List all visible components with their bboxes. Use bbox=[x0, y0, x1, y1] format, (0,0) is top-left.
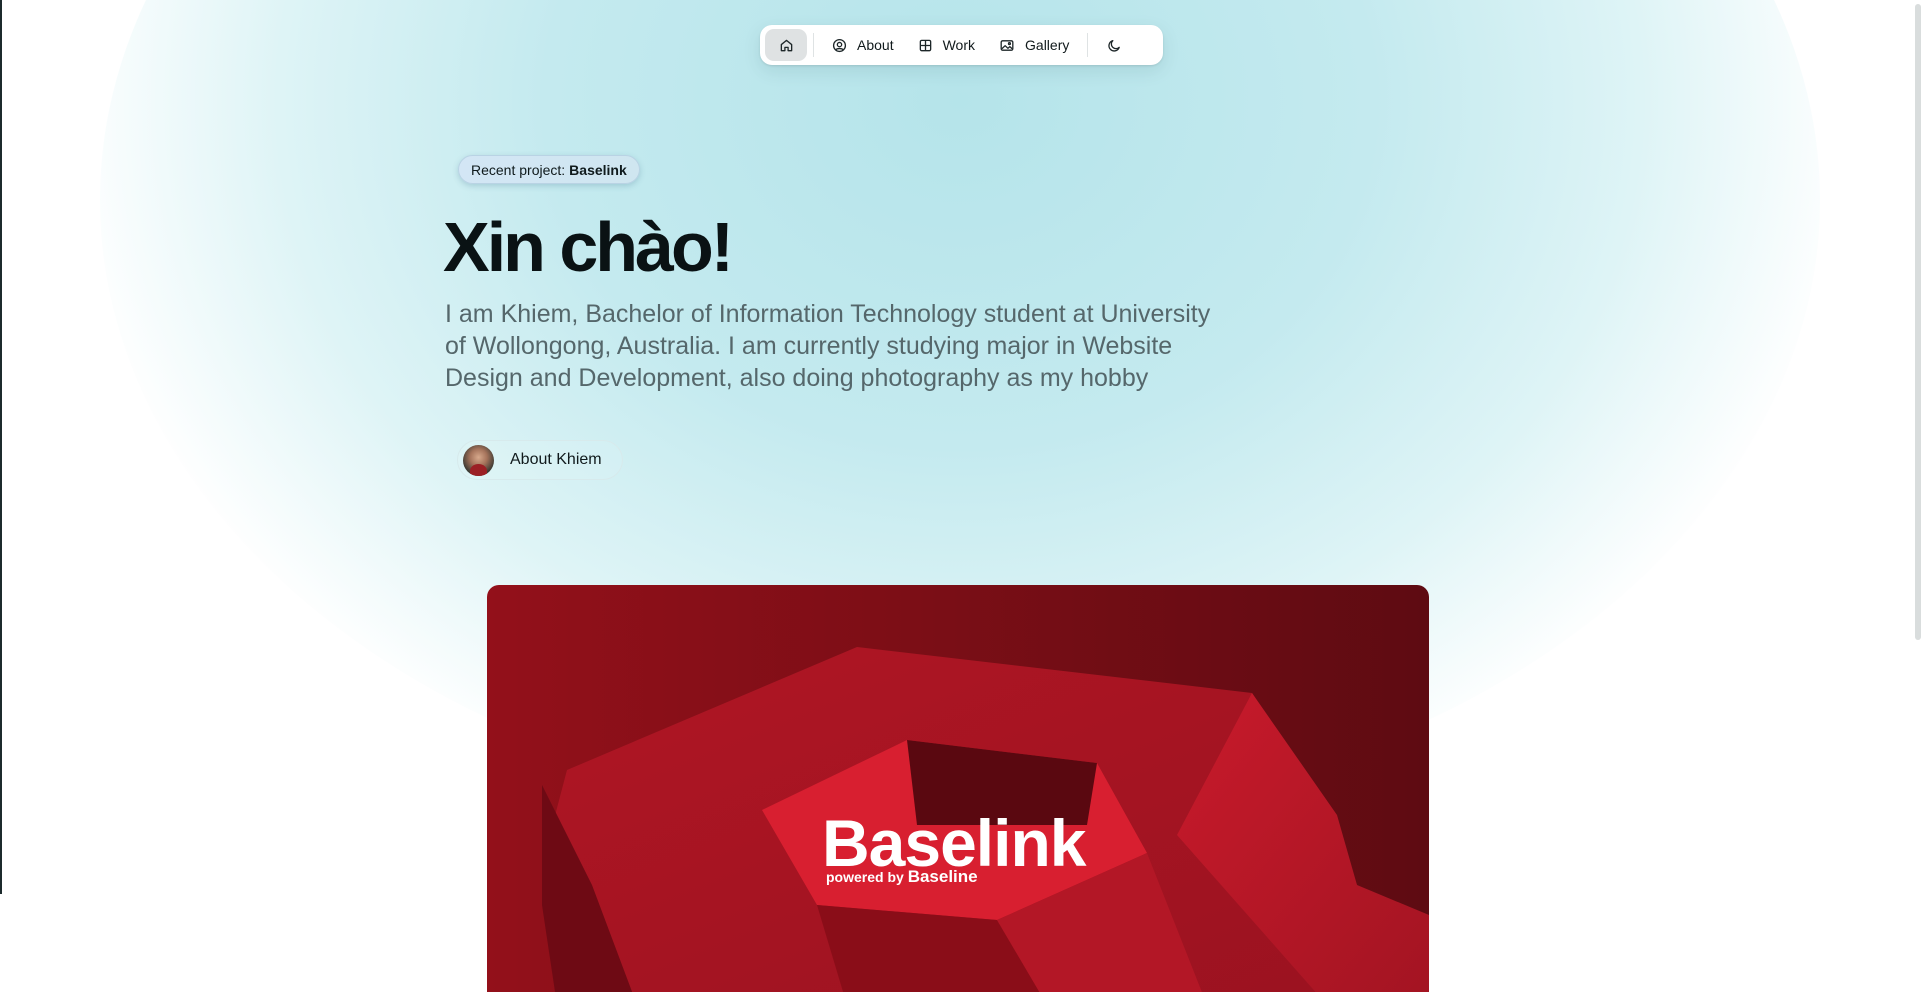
badge-prefix: Recent project: bbox=[471, 161, 566, 178]
nav-item-label: About bbox=[857, 37, 894, 53]
hero-title: Xin chào! bbox=[443, 208, 734, 286]
grid-icon bbox=[919, 39, 931, 51]
about-button-label: About Khiem bbox=[510, 451, 602, 468]
about-khiem-button[interactable]: About Khiem bbox=[457, 440, 623, 480]
moon-icon bbox=[1108, 39, 1120, 52]
project-card[interactable]: Baselink powered by Baseline bbox=[487, 585, 1429, 992]
recent-project-badge[interactable]: Recent project: Baselink bbox=[458, 155, 640, 184]
scrollbar[interactable] bbox=[1913, 0, 1922, 992]
nav-divider bbox=[813, 33, 814, 57]
nav-item-label: Work bbox=[942, 37, 976, 53]
user-circle-icon bbox=[832, 38, 847, 52]
project-card-subtitle: powered by Baseline bbox=[826, 867, 978, 887]
project-card-artwork bbox=[542, 647, 1429, 992]
window-edge bbox=[0, 0, 2, 894]
badge-project-name: Baselink bbox=[569, 161, 627, 178]
image-icon bbox=[1000, 39, 1014, 51]
home-icon bbox=[780, 39, 792, 51]
nav-item-work[interactable]: Work bbox=[906, 29, 987, 61]
avatar bbox=[463, 444, 494, 476]
theme-toggle-button[interactable] bbox=[1094, 29, 1134, 61]
nav-divider bbox=[1087, 33, 1089, 57]
nav-item-gallery[interactable]: Gallery bbox=[987, 29, 1081, 61]
nav-item-about[interactable]: About bbox=[820, 29, 906, 61]
hero-description: I am Khiem, Bachelor of Information Tech… bbox=[445, 300, 1211, 392]
scrollbar-thumb[interactable] bbox=[1915, 4, 1921, 640]
subtitle-brand: Baseline bbox=[907, 867, 978, 886]
subtitle-prefix: powered by bbox=[826, 869, 904, 885]
nav-item-label: Gallery bbox=[1025, 37, 1070, 53]
nav-home-button[interactable] bbox=[765, 29, 807, 61]
top-nav: About Work Gallery bbox=[760, 25, 1163, 65]
